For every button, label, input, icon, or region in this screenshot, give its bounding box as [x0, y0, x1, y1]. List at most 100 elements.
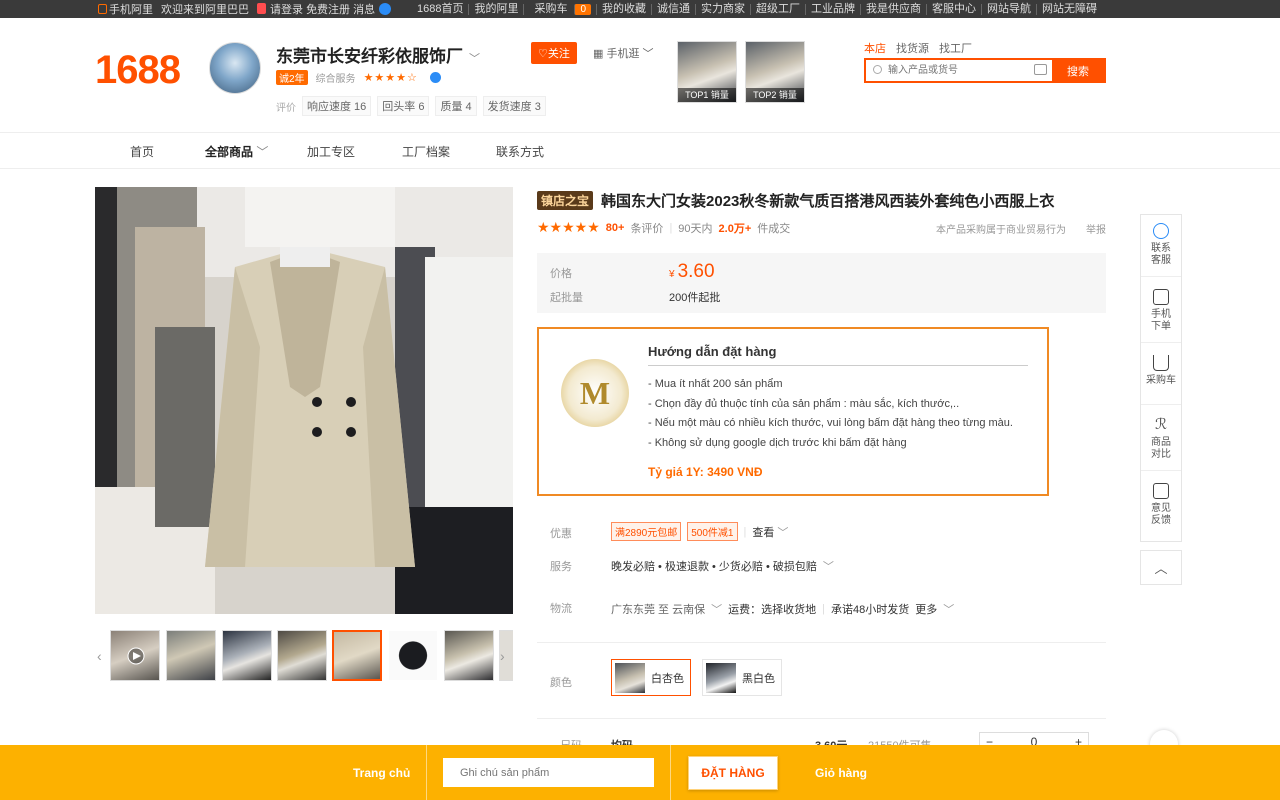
discount-values: 满2890元包邮 500件减1 | 查看 ﹀	[611, 522, 788, 541]
topbar-link-strong-merchant[interactable]: 实力商家	[695, 3, 750, 15]
camera-icon[interactable]	[1034, 64, 1047, 75]
topbar-link-super-factory[interactable]: 超级工厂	[750, 3, 805, 15]
color-option[interactable]: 黑白色	[702, 659, 782, 696]
back-to-top-button[interactable]: ︿	[1140, 550, 1182, 585]
shop-meta: 诚2年 综合服务 ★★★★☆	[276, 70, 441, 85]
product-rating: ★★★★★ 80+ 条评价 | 90天内 2.0万+ 件成交	[537, 219, 790, 236]
register-link[interactable]: 免费注册	[306, 4, 350, 16]
login-area: 请登录 免费注册 消息	[257, 1, 392, 17]
top1-product[interactable]: TOP1 销量	[677, 41, 737, 103]
mobile-link[interactable]: 手机阿里	[98, 1, 153, 17]
nav-processing[interactable]: 加工专区	[307, 143, 355, 160]
moq-value: 200件起批	[669, 292, 721, 304]
thumbnail[interactable]	[110, 630, 160, 681]
sidebar-compare[interactable]: ℛ 商品对比	[1141, 409, 1181, 471]
guide-item: - Không sử dụng google dịch trước khi bấ…	[648, 436, 907, 449]
discount-label: 优惠	[550, 528, 572, 540]
nav-all-products[interactable]: 全部商品 ﹀	[205, 143, 268, 160]
thumbnail[interactable]	[388, 630, 438, 681]
logistics-ship: 承诺48小时发货	[830, 604, 910, 616]
nav-contact[interactable]: 联系方式	[496, 143, 544, 160]
home-link[interactable]: Trang chủ	[353, 766, 410, 780]
topbar-link-favorites[interactable]: 我的收藏	[596, 3, 651, 15]
search-tab-factory[interactable]: 找工厂	[939, 40, 972, 56]
mobile-visit-button[interactable]: ▦ 手机逛 ﹀	[593, 45, 654, 61]
order-button[interactable]: ĐẶT HÀNG	[688, 756, 778, 790]
report-link[interactable]: 举报	[1086, 221, 1106, 236]
phone-icon	[98, 4, 107, 14]
search-tab-source[interactable]: 找货源	[896, 40, 929, 56]
review-count[interactable]: 80+	[606, 222, 625, 234]
thumbnail[interactable]	[222, 630, 272, 681]
top1-label: TOP1 销量	[678, 88, 736, 102]
topbar-link-supplier[interactable]: 我是供应商	[860, 3, 926, 15]
logistics-route[interactable]: 广东东莞 至 云南保	[611, 601, 705, 617]
topbar-link-myali[interactable]: 我的阿里	[468, 3, 523, 15]
thumbnail[interactable]	[444, 630, 494, 681]
user-icon	[257, 3, 266, 14]
shop-stats: 评价 响应速度 16 回头率 6 质量 4 发货速度 3	[276, 96, 546, 116]
top2-label: TOP2 销量	[746, 88, 804, 102]
shop-year-badge: 诚2年	[276, 70, 308, 85]
nav-home[interactable]: 首页	[130, 143, 154, 160]
wangwang-icon[interactable]	[429, 72, 441, 83]
topbar-link-home[interactable]: 1688首页	[412, 3, 468, 15]
thumbnail[interactable]	[166, 630, 216, 681]
chevron-right-icon[interactable]: ›	[500, 648, 505, 664]
shop-stat: 质量 4	[435, 96, 477, 116]
thumbnail[interactable]	[277, 630, 327, 681]
shop-name[interactable]: 东莞市长安纤彩依服饰厂 ﹀	[276, 42, 480, 67]
follow-button[interactable]: ♡关注	[531, 42, 577, 64]
service-label: 服务	[550, 561, 572, 573]
product-title-text: 韩国东大门女装2023秋冬新款气质百搭港风西装外套纯色小西服上衣	[601, 193, 1055, 210]
discount-chip[interactable]: 500件减1	[687, 522, 738, 541]
search-icon	[873, 65, 882, 74]
discount-chip[interactable]: 满2890元包邮	[611, 522, 682, 541]
search-tabs: 本店 找货源 找工厂	[864, 40, 972, 56]
search-tab-shop[interactable]: 本店	[864, 40, 886, 56]
product-main-image[interactable]	[95, 187, 513, 614]
thumbnail-strip: ‹ ›	[95, 630, 513, 682]
guide-divider	[648, 365, 1028, 366]
site-logo[interactable]: 1688	[95, 48, 181, 93]
note-input[interactable]	[443, 758, 654, 787]
shop-stats-label: 评价	[276, 102, 296, 114]
sidebar-contact[interactable]: 联系客服	[1141, 215, 1181, 277]
color-swatch	[706, 662, 736, 693]
topbar-link-sitemap[interactable]: 网站导航	[981, 3, 1036, 15]
cart-link[interactable]: Giỏ hàng	[815, 766, 867, 780]
sidebar-mobile-order[interactable]: 手机下单	[1141, 281, 1181, 343]
login-link[interactable]: 请登录	[270, 4, 303, 16]
topbar-link-chengxintong[interactable]: 诚信通	[651, 3, 695, 15]
sidebar-feedback[interactable]: 意见反馈	[1141, 475, 1181, 537]
search-button[interactable]: 搜索	[1052, 60, 1104, 81]
topbar-link-accessibility[interactable]: 网站无障碍	[1036, 3, 1102, 15]
nav-factory-profile[interactable]: 工厂档案	[402, 143, 450, 160]
search-input[interactable]	[866, 60, 1052, 81]
shop-avatar[interactable]	[209, 42, 261, 94]
sidebar-cart[interactable]: 采购车	[1141, 347, 1181, 405]
divider: |	[743, 525, 747, 538]
sales-prefix: 90天内	[678, 222, 713, 235]
shop-stars: ★★★★☆	[363, 72, 418, 84]
chat-icon[interactable]	[379, 3, 392, 15]
service-value[interactable]: 晚发必赔 • 极速退款 • 少货必赔 • 破损包赔 ﹀	[611, 558, 834, 574]
sales-suffix: 件成交	[757, 222, 791, 235]
messages-link[interactable]: 消息	[353, 4, 375, 16]
discount-more[interactable]: 查看 ﹀	[752, 524, 788, 540]
top2-product[interactable]: TOP2 销量	[745, 41, 805, 103]
guarantee-text: 本产品采购属于商业贸易行为	[936, 225, 1066, 236]
color-option-selected[interactable]: 白杏色	[611, 659, 691, 696]
logistics-more[interactable]: 更多	[915, 601, 937, 617]
topbar-link-industrial-brand[interactable]: 工业品牌	[805, 3, 860, 15]
chevron-down-icon[interactable]: ﹀	[469, 53, 480, 65]
welcome-text: 欢迎来到阿里巴巴	[161, 4, 249, 16]
chevron-down-icon: ﹀	[711, 604, 723, 616]
order-guide-box: M Hướng dẫn đặt hàng - Mua ít nhất 200 s…	[537, 327, 1049, 496]
price-box: 价格 ¥3.60 起批量 200件起批	[537, 253, 1106, 313]
shop-stat: 回头率 6	[377, 96, 430, 116]
chevron-left-icon[interactable]: ‹	[97, 648, 102, 664]
thumbnail-active[interactable]	[332, 630, 382, 681]
topbar-link-service[interactable]: 客服中心	[926, 3, 981, 15]
topbar-link-cart[interactable]: 采购车 0	[523, 3, 596, 15]
